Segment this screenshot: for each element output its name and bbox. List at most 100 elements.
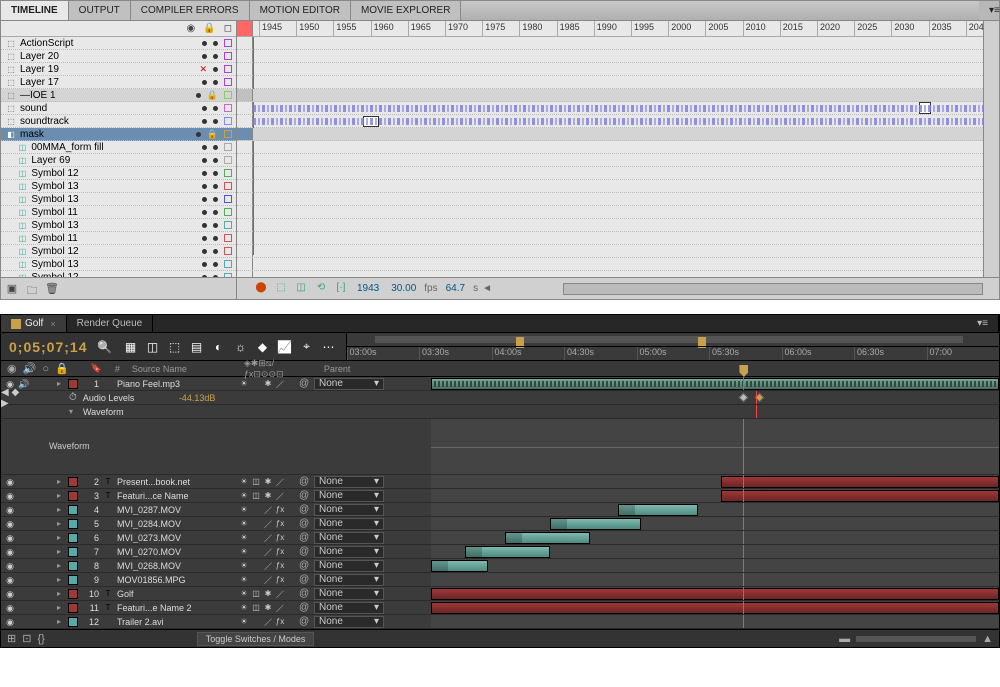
eye-icon[interactable]: ◉	[5, 505, 15, 515]
tab-compiler-errors[interactable]: COMPILER ERRORS	[131, 1, 250, 20]
comp-tab-render-queue[interactable]: Render Queue	[67, 315, 154, 332]
outline-color-swatch[interactable]	[224, 247, 232, 255]
layer-name[interactable]: Featuri...e Name 2	[117, 603, 225, 613]
eye-icon[interactable]: ◉	[5, 603, 15, 613]
timecode-display[interactable]: 0;05;07;14	[1, 339, 96, 355]
switch-sun[interactable]: ☀	[239, 505, 249, 515]
playhead[interactable]	[743, 377, 744, 390]
layer-row[interactable]: ◫Symbol 11	[1, 206, 236, 219]
layer-row[interactable]: ◫Symbol 13	[1, 258, 236, 271]
timeline-track[interactable]	[237, 219, 999, 232]
speaker-icon[interactable]	[18, 505, 28, 515]
outline-color-swatch[interactable]	[224, 260, 232, 268]
waveform-header-row[interactable]: ▾Waveform	[1, 405, 999, 419]
auto-keyframe-icon[interactable]: ◆	[254, 338, 272, 356]
waveform-canvas[interactable]	[431, 419, 999, 474]
new-layer-icon[interactable]: ▣	[5, 282, 19, 296]
visibility-dot[interactable]	[202, 80, 207, 85]
parent-dropdown[interactable]: None▾	[314, 490, 384, 502]
label-swatch[interactable]	[68, 491, 78, 501]
layer-name[interactable]: MVI_0287.MOV	[117, 505, 225, 515]
pickwhip-icon[interactable]: @	[299, 616, 311, 627]
layer-row[interactable]: ◫Layer 69	[1, 154, 236, 167]
layer-row[interactable]: ⬚ActionScript	[1, 37, 236, 50]
graph-editor-icon[interactable]: 📈	[276, 338, 294, 356]
outline-color-swatch[interactable]	[224, 65, 232, 73]
work-area-bar[interactable]	[375, 336, 964, 343]
label-header-icon[interactable]: 🔖	[91, 363, 102, 374]
hide-shy-icon[interactable]: ⬚	[166, 338, 184, 356]
search-icon[interactable]: 🔍	[96, 338, 114, 356]
visibility-dot[interactable]	[196, 93, 201, 98]
timeline-track[interactable]	[237, 115, 999, 128]
toggle-switches-modes-button[interactable]: Toggle Switches / Modes	[197, 632, 315, 646]
edit-frames-icon[interactable]: ⟲	[313, 282, 329, 296]
expand-icon[interactable]: ▸	[57, 491, 65, 500]
property-row[interactable]: ◀ ◆ ▶⏱Audio Levels-44.13dB	[1, 391, 999, 405]
parent-dropdown[interactable]: None▾	[314, 532, 384, 544]
lock-dot[interactable]	[213, 236, 218, 241]
solo-icon[interactable]	[31, 505, 41, 515]
layer-row[interactable]: ◫00MMA_form fill	[1, 141, 236, 154]
expand-icon[interactable]: ▸	[57, 561, 65, 570]
label-swatch[interactable]	[68, 547, 78, 557]
eye-icon[interactable]: ◉	[5, 575, 15, 585]
visibility-dot[interactable]	[202, 249, 207, 254]
lock-icon[interactable]	[44, 533, 54, 543]
timeline-tracks[interactable]	[237, 37, 999, 277]
switch-star[interactable]: ✱	[263, 477, 273, 487]
switch-pen[interactable]: ／	[263, 561, 273, 571]
layer-track[interactable]	[431, 545, 999, 558]
clip-bar[interactable]	[465, 546, 550, 558]
visibility-dot[interactable]	[202, 41, 207, 46]
outline-color-swatch[interactable]	[224, 91, 232, 99]
expand-icon[interactable]: ▸	[57, 547, 65, 556]
switch-pen[interactable]: ／	[263, 547, 273, 557]
solo-icon[interactable]	[31, 561, 41, 571]
lock-icon[interactable]	[44, 477, 54, 487]
timeline-track[interactable]	[237, 258, 999, 271]
pickwhip-icon[interactable]: @	[299, 588, 311, 599]
clip-bar[interactable]	[431, 602, 999, 614]
layer-track[interactable]	[431, 573, 999, 586]
lock-icon[interactable]	[44, 505, 54, 515]
layer-row[interactable]: ◧mask🔒	[1, 128, 236, 141]
expand-icon[interactable]: ▸	[57, 505, 65, 514]
lock-dot[interactable]	[213, 158, 218, 163]
scroll-left-icon[interactable]: ◄	[482, 283, 492, 294]
layer-track[interactable]	[431, 601, 999, 614]
lock-header-icon[interactable]: 🔒	[55, 362, 69, 375]
panel-menu-icon[interactable]: ▾≡	[979, 1, 999, 20]
switch-cube[interactable]: ◫	[251, 491, 261, 501]
eye-icon[interactable]: ◉	[5, 617, 15, 627]
switch-sun[interactable]: ☀	[239, 617, 249, 627]
tab-movie-explorer[interactable]: MOVIE EXPLORER	[351, 1, 461, 20]
outline-color-swatch[interactable]	[224, 143, 232, 151]
layer-name[interactable]: MVI_0270.MOV	[117, 547, 225, 557]
expand-icon[interactable]: ▸	[57, 533, 65, 542]
lock-icon[interactable]	[44, 589, 54, 599]
tab-output[interactable]: OUTPUT	[69, 1, 131, 20]
switch-star[interactable]: ✱	[263, 491, 273, 501]
horizontal-scrollbar[interactable]	[563, 283, 983, 295]
label-swatch[interactable]	[68, 379, 78, 389]
ae-layer-row[interactable]: ◉▸7MVI_0270.MOV☀／ƒx@None▾	[1, 545, 999, 559]
lock-icon[interactable]: 🔒	[207, 129, 218, 140]
timeline-track[interactable]	[237, 102, 999, 115]
layer-name[interactable]: MOV01856.MPG	[117, 575, 225, 585]
outline-color-swatch[interactable]	[224, 221, 232, 229]
layer-row[interactable]: ⬚—ÎÓÈ 1🔒	[1, 89, 236, 102]
switch-fx[interactable]: ƒx	[275, 575, 285, 585]
outline-color-swatch[interactable]	[224, 234, 232, 242]
outline-color-swatch[interactable]	[224, 182, 232, 190]
parent-dropdown[interactable]: None▾	[314, 378, 384, 390]
parent-dropdown[interactable]: None▾	[314, 546, 384, 558]
snap-icon[interactable]: ⌖	[298, 338, 316, 356]
layer-name[interactable]: MVI_0268.MOV	[117, 561, 225, 571]
keyframe-marker[interactable]	[363, 116, 379, 127]
ae-layer-row[interactable]: ◉▸10TGolf☀◫✱／@None▾	[1, 587, 999, 601]
expand-icon[interactable]: ▸	[57, 575, 65, 584]
comp-tab-golf[interactable]: Golf×	[1, 315, 67, 332]
label-swatch[interactable]	[68, 477, 78, 487]
switch-fx[interactable]: ƒx	[275, 533, 285, 543]
